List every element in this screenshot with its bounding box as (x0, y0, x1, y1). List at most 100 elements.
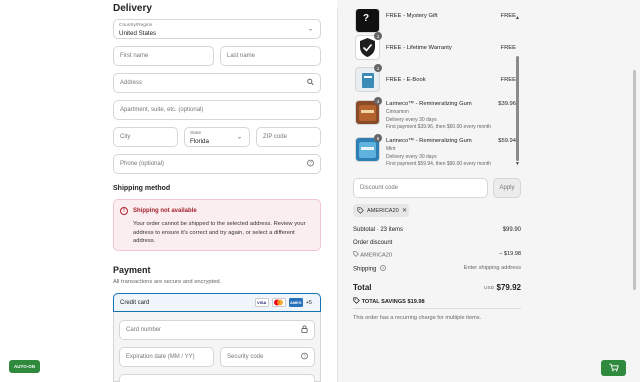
state-label: State (190, 131, 202, 136)
cart-button[interactable] (601, 360, 626, 376)
item-variant: Cinnamon (386, 109, 409, 115)
item-thumbnail: ? (355, 8, 380, 33)
scroll-up-icon[interactable]: ▲ (515, 15, 520, 21)
last-name-placeholder: Last name (227, 53, 256, 59)
item-price: $59.94 (498, 138, 516, 144)
chevron-down-icon: ⌄ (307, 26, 313, 33)
svg-text:?: ? (309, 161, 312, 166)
item-name: Larineco™ - Remineralizing Gum (386, 101, 472, 107)
credit-card-label: Credit card (120, 300, 150, 306)
cart-icon (608, 363, 619, 374)
order-discount-label: Order discount (353, 240, 393, 246)
divider (353, 308, 521, 309)
shipping-label-text: Shipping (353, 266, 377, 273)
payment-subtitle: All transactions are secure and encrypte… (113, 279, 222, 285)
amex-icon: AMEX (288, 298, 303, 307)
apartment-placeholder: Apartment, suite, etc. (optional) (120, 107, 204, 113)
list-clip (337, 0, 517, 9)
security-code-placeholder: Security code (227, 354, 264, 360)
item-price: $39.96 (498, 101, 516, 107)
item-payment-terms: First payment $39.96, then $60.00 every … (386, 124, 492, 130)
delivery-heading: Delivery (113, 3, 152, 14)
address-placeholder: Address (120, 80, 143, 86)
zip-field[interactable]: ZIP code (256, 127, 321, 147)
quantity-badge: 1 (374, 64, 382, 72)
city-field[interactable]: City (113, 127, 178, 147)
state-select[interactable]: State Florida ⌄ (184, 127, 250, 147)
search-icon (307, 78, 314, 88)
scroll-down-icon[interactable]: ▼ (515, 161, 520, 167)
quantity-badge: 6 (374, 134, 382, 142)
expiry-placeholder: Expiration date (MM / YY) (126, 354, 195, 360)
shipping-label: Shipping ? (353, 265, 386, 273)
country-select[interactable]: Country/Region United States ⌄ (113, 19, 321, 39)
name-on-card-field[interactable] (119, 374, 315, 382)
total-label: Total (353, 283, 372, 292)
card-number-field[interactable]: Card number (119, 320, 315, 340)
apply-button[interactable]: Apply (493, 178, 521, 198)
alert-icon: ! (120, 207, 128, 215)
tag-icon (357, 207, 364, 216)
svg-text:?: ? (303, 354, 306, 359)
expiry-field[interactable]: Expiration date (MM / YY) (119, 347, 214, 367)
close-icon[interactable]: ✕ (402, 207, 407, 214)
subtotal-value: $99.90 (502, 227, 521, 233)
shipping-value: Enter shipping address (463, 265, 521, 271)
lock-icon (301, 325, 308, 335)
recurring-note: This order has a recurring charge for mu… (353, 315, 482, 321)
apartment-field[interactable]: Apartment, suite, etc. (optional) (113, 100, 321, 120)
phone-placeholder: Phone (optional) (120, 161, 165, 167)
payment-heading: Payment (113, 265, 151, 275)
zip-placeholder: ZIP code (263, 134, 287, 140)
alert-title: Shipping not available (133, 208, 197, 214)
country-label: Country/Region (119, 23, 153, 28)
security-code-field[interactable]: Security code ? (220, 347, 315, 367)
order-discount-code-text: AMERICA20 (360, 252, 392, 259)
tag-icon (353, 297, 360, 306)
item-name: FREE - E-Book (386, 77, 426, 83)
item-price: FREE (500, 45, 516, 51)
quantity-badge: 1 (374, 32, 382, 40)
city-placeholder: City (120, 134, 131, 140)
shipping-alert: ! Shipping not available Your order cann… (113, 199, 321, 251)
card-brands: VISA AMEX +5 (254, 298, 312, 307)
info-icon[interactable]: ? (380, 265, 386, 273)
item-name: FREE - Lifetime Warranty (386, 45, 452, 51)
card-number-placeholder: Card number (126, 327, 162, 333)
tag-icon (353, 251, 359, 259)
item-delivery: Delivery every 30 days (386, 154, 437, 160)
last-name-field[interactable]: Last name (220, 46, 321, 66)
auto-on-badge[interactable]: AUTO-ON (9, 360, 40, 373)
credit-card-option[interactable]: Credit card VISA AMEX +5 (113, 293, 321, 312)
discount-chip-code: AMERICA20 (367, 207, 399, 214)
more-cards: +5 (305, 299, 312, 306)
item-name: FREE - Mystery Gift (386, 13, 438, 19)
item-price: FREE (500, 13, 516, 19)
item-delivery: Delivery every 30 days (386, 117, 437, 123)
first-name-field[interactable]: First name (113, 46, 214, 66)
country-value: United States (119, 30, 157, 37)
alert-message: Your order cannot be shipped to the sele… (133, 221, 306, 244)
total-savings: TOTAL SAVINGS $19.98 (353, 297, 425, 306)
help-icon[interactable]: ? (301, 352, 308, 362)
item-name: Larineco™ - Remineralizing Gum (386, 138, 472, 144)
discount-placeholder: Discount code (360, 185, 399, 191)
item-list-scrollbar[interactable] (516, 56, 519, 161)
address-field[interactable]: Address (113, 73, 321, 93)
first-name-placeholder: First name (120, 53, 149, 59)
checkout-form: Delivery Country/Region United States ⌄ … (0, 0, 337, 382)
discount-chip: AMERICA20 ✕ (353, 204, 409, 217)
item-price: FREE (500, 77, 516, 83)
shipping-method-heading: Shipping method (113, 185, 171, 192)
order-discount-code: AMERICA20 (353, 251, 392, 259)
page-scrollbar[interactable] (633, 70, 636, 290)
state-value: Florida (190, 138, 209, 145)
mastercard-icon (271, 298, 286, 307)
chevron-down-icon: ⌄ (236, 134, 242, 141)
item-payment-terms: First payment $59.94, then $90.00 every … (386, 161, 492, 167)
phone-field[interactable]: Phone (optional) ? (113, 154, 321, 174)
order-discount-value: − $19.98 (499, 251, 521, 257)
help-icon[interactable]: ? (307, 159, 314, 169)
discount-code-field[interactable]: Discount code (353, 178, 488, 198)
total-value: $79.92 (496, 283, 521, 292)
